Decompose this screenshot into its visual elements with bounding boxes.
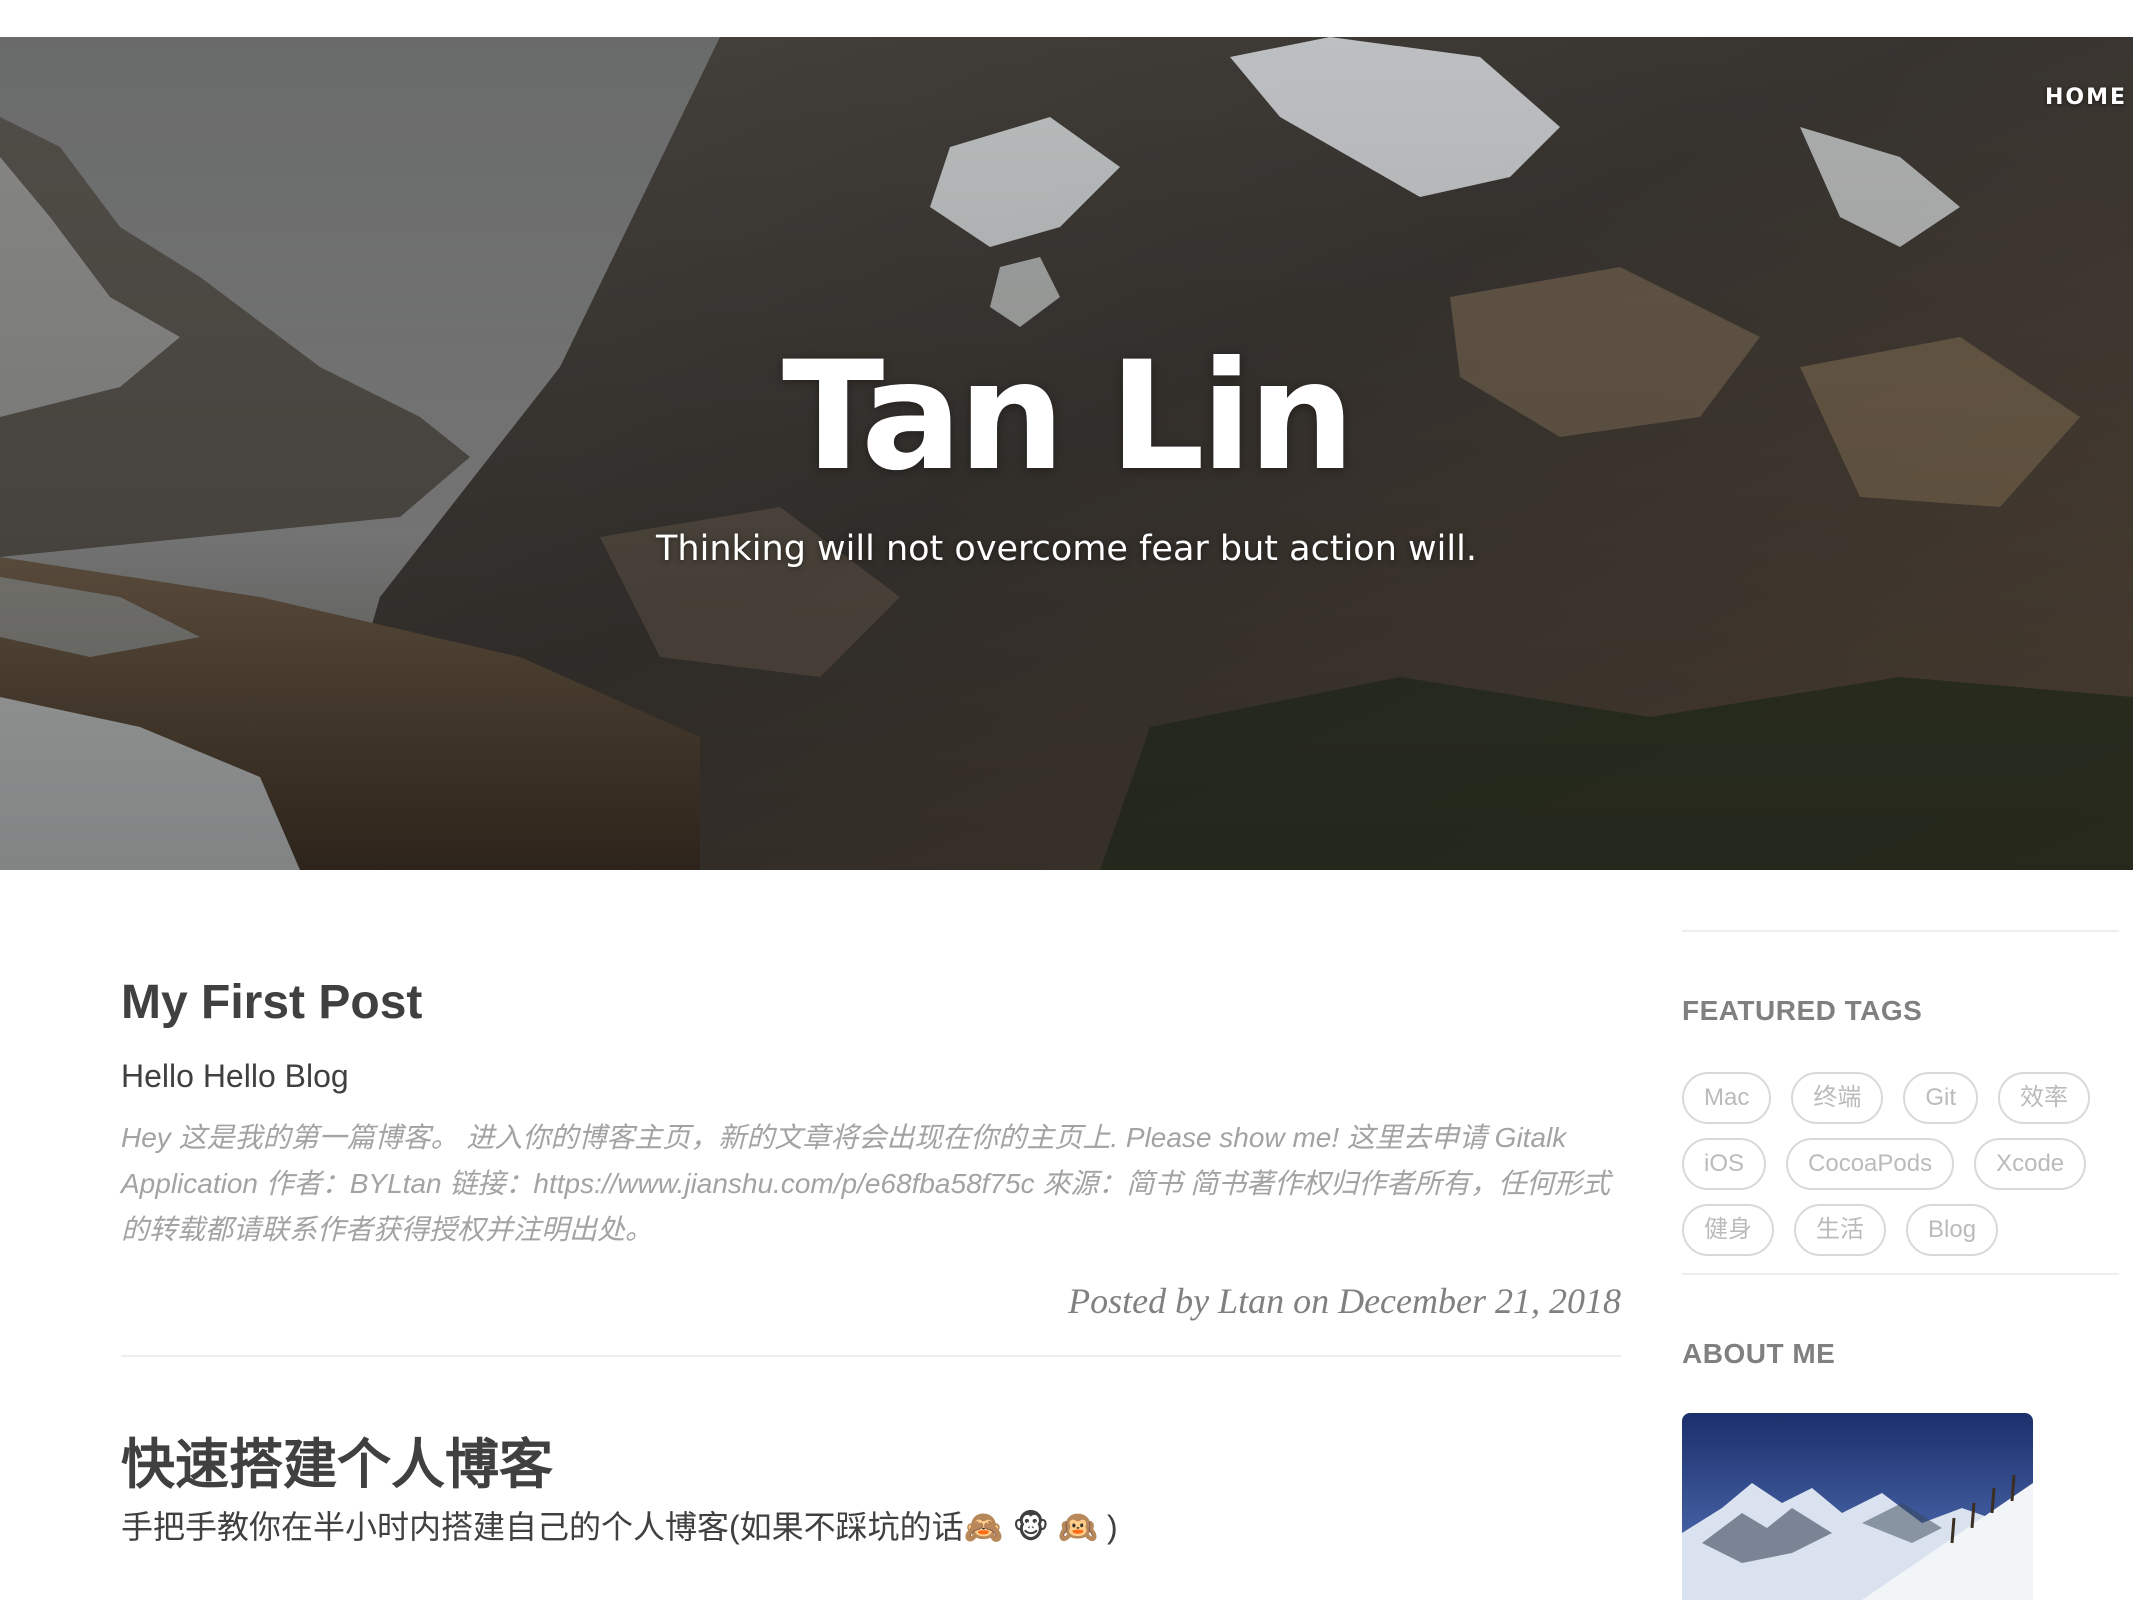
tag-xcode[interactable]: Xcode <box>1974 1138 2087 1190</box>
tag-blog[interactable]: Blog <box>1906 1204 1999 1256</box>
post-subtitle[interactable]: Hello Hello Blog <box>121 1058 349 1095</box>
sidebar-divider <box>1682 1273 2119 1275</box>
about-me-avatar <box>1682 1413 2033 1600</box>
post-title[interactable]: 快速搭建个人博客 <box>121 1420 553 1499</box>
post-meta: Posted by Ltan on December 21, 2018 <box>1068 1281 1621 1321</box>
featured-tags-heading: FEATURED TAGS <box>1682 995 1923 1026</box>
tag-ios[interactable]: iOS <box>1682 1138 1767 1190</box>
tag-git[interactable]: Git <box>1903 1072 1979 1124</box>
nav-home-link[interactable]: HOME <box>2045 85 2127 110</box>
tag-efficiency[interactable]: 效率 <box>1998 1072 2091 1124</box>
post-title[interactable]: My First Post <box>121 975 422 1030</box>
tag-cocoapods[interactable]: CocoaPods <box>1786 1138 1955 1190</box>
tag-terminal[interactable]: 终端 <box>1791 1072 1884 1124</box>
tag-cloud: Mac 终端 Git 效率 iOS CocoaPods Xcode 健身 生活 … <box>1682 1072 2119 1256</box>
tag-mac[interactable]: Mac <box>1682 1072 1772 1124</box>
sidebar-divider <box>1682 930 2119 932</box>
site-title: Tan Lin <box>782 330 1355 504</box>
post-subtitle[interactable]: 手把手教你在半小时内搭建自己的个人博客(如果不踩坑的话🙈 🐵 🙉 ) <box>121 1502 1118 1548</box>
snowy-mountain-image <box>1682 1413 2033 1600</box>
top-strip <box>0 0 2133 37</box>
post-divider <box>121 1355 1621 1357</box>
hero-header: HOME Tan Lin Thinking will not overcome … <box>0 37 2133 870</box>
tag-fitness[interactable]: 健身 <box>1682 1204 1774 1256</box>
site-subtitle: Thinking will not overcome fear but acti… <box>656 529 1477 569</box>
tag-life[interactable]: 生活 <box>1794 1204 1886 1256</box>
about-me-heading: ABOUT ME <box>1682 1338 1836 1369</box>
post-excerpt[interactable]: Hey 这是我的第一篇博客。 进入你的博客主页，新的文章将会出现在你的主页上. … <box>121 1115 1621 1253</box>
